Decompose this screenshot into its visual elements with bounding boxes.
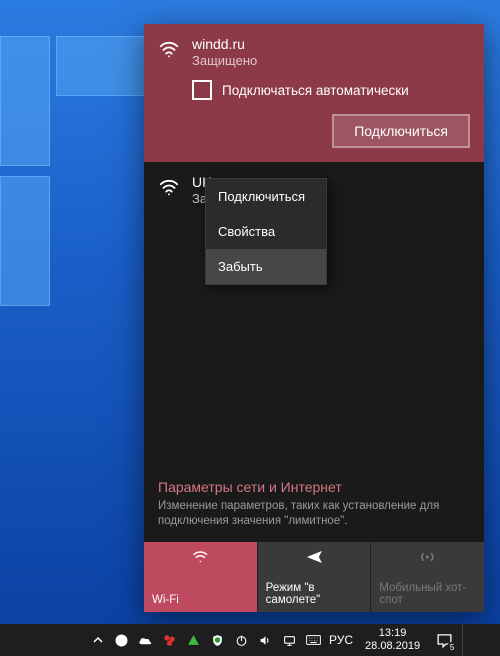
language-indicator[interactable]: РУС <box>329 633 353 647</box>
ctx-properties[interactable]: Свойства <box>206 214 326 249</box>
auto-connect-row[interactable]: Подключаться автоматически <box>192 80 470 100</box>
wifi-icon <box>158 176 180 198</box>
keyboard-icon[interactable] <box>306 633 321 648</box>
app-icon-red[interactable] <box>162 633 177 648</box>
tile-label: Режим "в самолете" <box>266 582 363 606</box>
connect-button[interactable]: Подключиться <box>332 114 470 148</box>
system-tray <box>90 633 321 648</box>
network-status: Защищено <box>192 53 470 68</box>
steam-icon[interactable] <box>114 633 129 648</box>
show-desktop-button[interactable] <box>462 624 468 656</box>
tile-wifi[interactable]: Wi-Fi <box>144 542 257 612</box>
chevron-up-icon[interactable] <box>90 633 105 648</box>
network-item-selected[interactable]: windd.ru Защищено Подключаться автоматич… <box>144 24 484 162</box>
network-name: windd.ru <box>192 36 470 52</box>
app-icon-green[interactable] <box>186 633 201 648</box>
tile-airplane[interactable]: Режим "в самолете" <box>257 542 371 612</box>
settings-description: Изменение параметров, таких как установл… <box>158 499 470 530</box>
auto-connect-label: Подключаться автоматически <box>222 83 409 98</box>
network-tray-icon[interactable] <box>282 633 297 648</box>
power-icon[interactable] <box>234 633 249 648</box>
quick-tiles: Wi-Fi Режим "в самолете" Мобильный хот-с… <box>144 542 484 612</box>
wifi-icon <box>152 548 249 566</box>
taskbar: РУС 13:19 28.08.2019 5 <box>0 624 500 656</box>
notification-badge: 5 <box>447 642 457 652</box>
time: 13:19 <box>365 627 420 640</box>
clock[interactable]: 13:19 28.08.2019 <box>365 627 420 652</box>
network-flyout: windd.ru Защищено Подключаться автоматич… <box>144 24 484 612</box>
action-center-icon[interactable]: 5 <box>426 624 462 656</box>
date: 28.08.2019 <box>365 640 420 653</box>
network-settings-link[interactable]: Параметры сети и Интернет Изменение пара… <box>144 469 484 542</box>
context-menu: Подключиться Свойства Забыть <box>205 178 327 285</box>
volume-icon[interactable] <box>258 633 273 648</box>
tile-label: Мобильный хот-спот <box>379 582 476 606</box>
tile-hotspot[interactable]: Мобильный хот-спот <box>370 542 484 612</box>
wifi-icon <box>158 38 180 60</box>
defender-icon[interactable] <box>210 633 225 648</box>
hotspot-icon <box>379 548 476 566</box>
ctx-connect[interactable]: Подключиться <box>206 179 326 214</box>
auto-connect-checkbox[interactable] <box>192 80 212 100</box>
tile-label: Wi-Fi <box>152 594 249 606</box>
settings-title: Параметры сети и Интернет <box>158 479 470 495</box>
airplane-icon <box>266 548 363 566</box>
onedrive-icon[interactable] <box>138 633 153 648</box>
ctx-forget[interactable]: Забыть <box>206 249 326 284</box>
